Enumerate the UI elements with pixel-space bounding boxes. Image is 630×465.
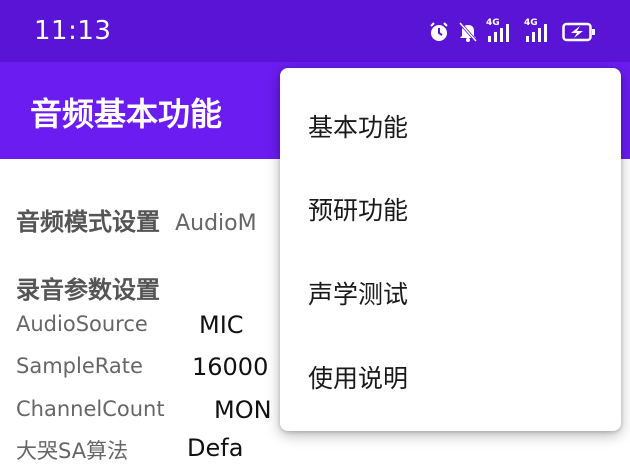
channel-count-value[interactable]: MON <box>214 396 272 424</box>
menu-item-research-functions[interactable]: 预研功能 <box>280 167 621 251</box>
param-label: ChannelCount <box>16 397 165 421</box>
algorithm-value[interactable]: Defa <box>187 434 243 462</box>
audio-mode-title: 音频模式设置 <box>16 208 160 236</box>
param-row: AudioSource <box>16 312 148 336</box>
param-row: 大哭SA算法 <box>16 435 128 465</box>
record-params-title: 录音参数设置 <box>16 276 160 304</box>
menu-item-acoustic-test[interactable]: 声学测试 <box>280 251 621 335</box>
status-time: 11:13 <box>34 16 112 46</box>
sample-rate-value[interactable]: 16000 <box>192 353 268 381</box>
signal-4g-icon: 4G <box>486 18 516 44</box>
mute-icon <box>458 21 478 43</box>
signal-4g-icon: 4G <box>524 18 554 44</box>
param-label: AudioSource <box>16 312 148 336</box>
overflow-menu: 基本功能 预研功能 声学测试 使用说明 <box>280 68 621 431</box>
app-title: 音频基本功能 <box>30 95 223 133</box>
status-icons: 4G 4G <box>428 18 596 45</box>
param-row: ChannelCount <box>16 397 165 421</box>
param-row: SampleRate <box>16 354 143 378</box>
menu-item-basic-functions[interactable]: 基本功能 <box>280 84 621 168</box>
battery-charging-icon <box>562 22 596 42</box>
param-label: SampleRate <box>16 354 143 378</box>
audio-source-value[interactable]: MIC <box>199 311 244 339</box>
audio-mode-row[interactable]: 音频模式设置 AudioM <box>16 202 257 237</box>
alarm-icon <box>428 21 450 43</box>
audio-mode-value[interactable]: AudioM <box>175 211 257 236</box>
menu-item-instructions[interactable]: 使用说明 <box>280 335 621 419</box>
status-bar: 11:13 4G 4G <box>0 0 630 62</box>
